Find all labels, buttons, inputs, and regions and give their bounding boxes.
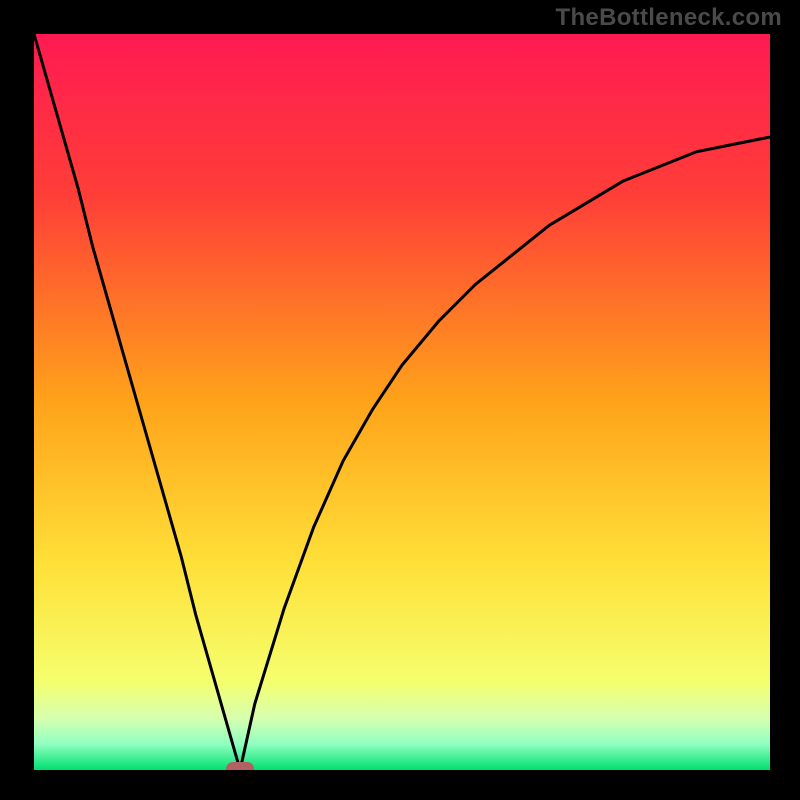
attribution-text: TheBottleneck.com — [556, 4, 782, 32]
chart-frame: TheBottleneck.com — [0, 0, 800, 800]
bottleneck-curve-chart — [34, 34, 770, 770]
gradient-background — [34, 34, 770, 770]
plot-area — [34, 34, 770, 770]
vertex-marker — [226, 762, 254, 770]
